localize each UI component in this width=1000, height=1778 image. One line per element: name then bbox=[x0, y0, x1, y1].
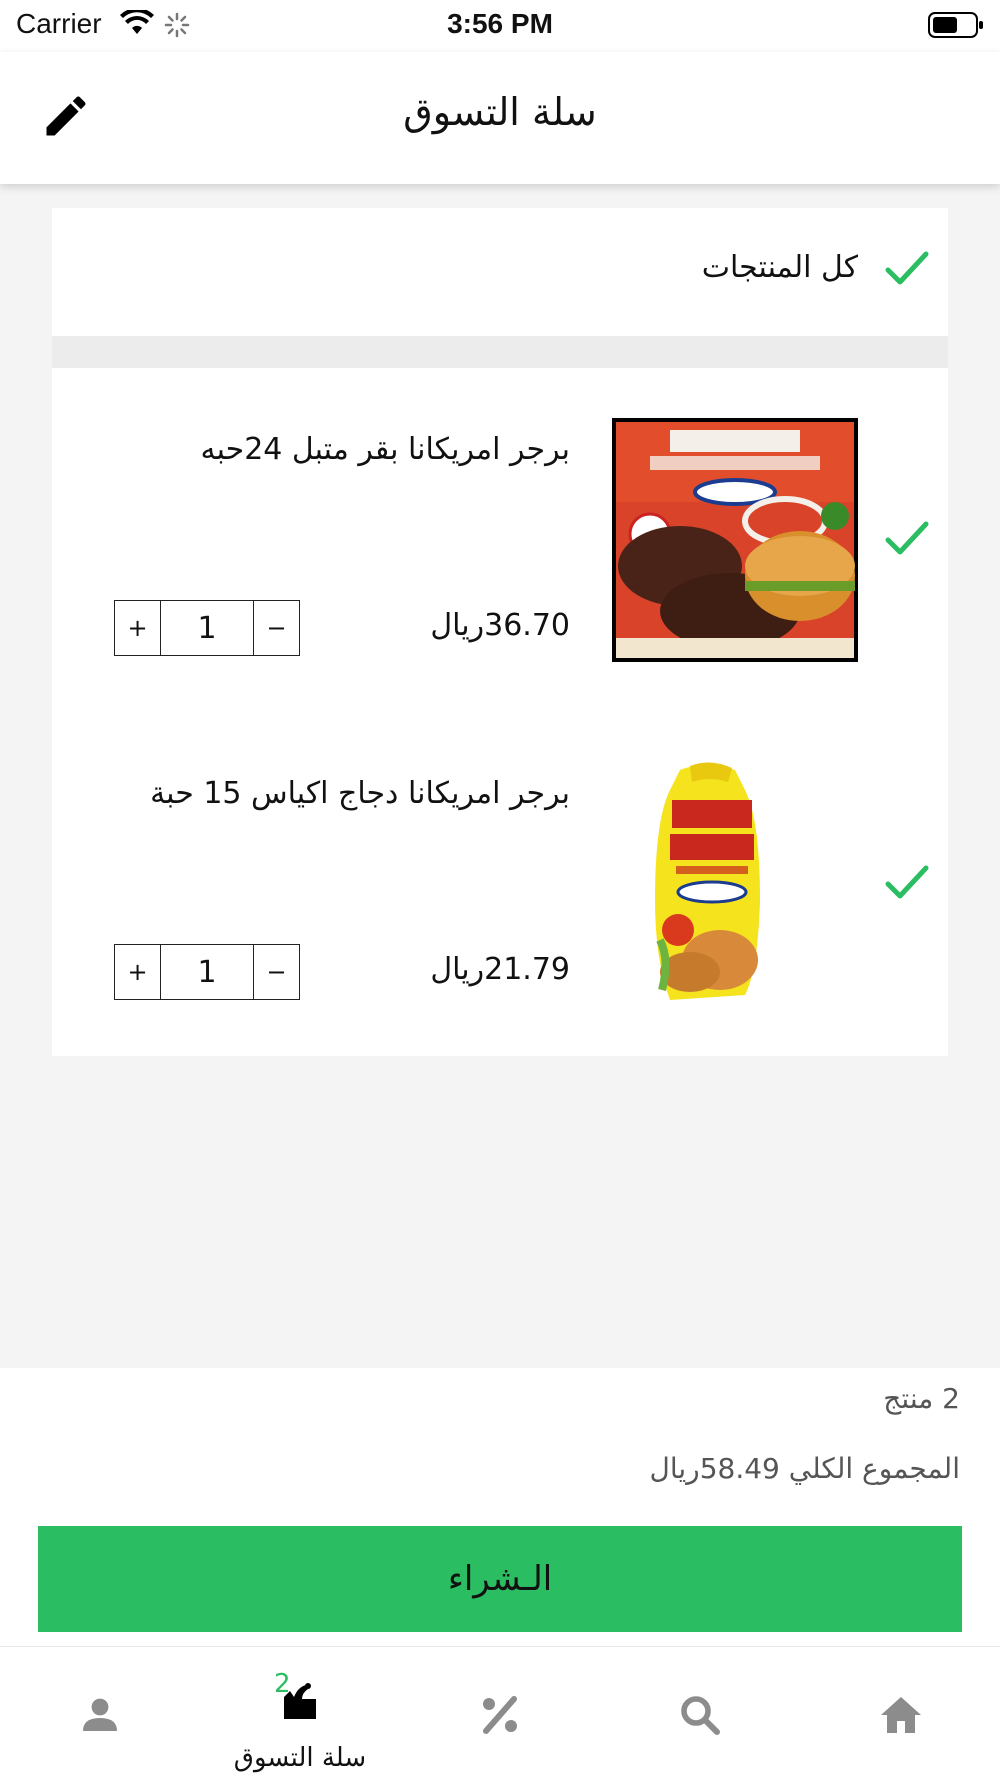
product-name: برجر امريكانا بقر متبل 24حبه bbox=[200, 432, 571, 467]
status-time: 3:56 PM bbox=[447, 8, 553, 39]
product-image[interactable] bbox=[610, 416, 860, 664]
status-bar: Carrier 3:56 PM bbox=[0, 0, 1000, 52]
increment-button[interactable]: + bbox=[115, 601, 161, 655]
quantity-value[interactable]: 1 bbox=[161, 945, 253, 999]
list-item: برجر امريكانا بقر متبل 24حبه 36.70ريال +… bbox=[52, 368, 948, 712]
tab-cart-label: سلة التسوق bbox=[233, 1743, 367, 1773]
home-icon bbox=[881, 1697, 921, 1733]
select-all-row[interactable]: كل المنتجات bbox=[52, 208, 948, 336]
cart-icon bbox=[284, 1683, 316, 1719]
check-icon[interactable] bbox=[884, 862, 930, 906]
tab-home[interactable] bbox=[800, 1647, 1000, 1778]
total-price: المجموع الكلي 58.49ريال bbox=[649, 1452, 961, 1485]
increment-button[interactable]: + bbox=[115, 945, 161, 999]
select-all-label: كل المنتجات bbox=[701, 250, 858, 285]
check-icon[interactable] bbox=[884, 248, 930, 292]
item-count: 2 منتج bbox=[883, 1382, 960, 1415]
quantity-stepper: + 1 − bbox=[114, 600, 300, 656]
cart-screen: Carrier 3:56 PM سلة التسوق كل المنتجات ب… bbox=[0, 0, 1000, 1778]
battery-icon bbox=[928, 12, 984, 42]
product-price: 36.70ريال bbox=[430, 608, 570, 643]
tab-profile[interactable] bbox=[0, 1647, 200, 1778]
product-image[interactable] bbox=[610, 760, 860, 1008]
product-list: برجر امريكانا بقر متبل 24حبه 36.70ريال +… bbox=[52, 368, 948, 1056]
person-icon bbox=[83, 1698, 117, 1731]
buy-button[interactable]: الـشراء bbox=[38, 1526, 962, 1632]
product-name: برجر امريكانا دجاج اكياس 15 حبة bbox=[150, 776, 570, 811]
section-divider bbox=[52, 336, 948, 368]
tab-search[interactable] bbox=[600, 1647, 800, 1778]
percent-icon bbox=[483, 1696, 517, 1734]
list-item: برجر امريكانا دجاج اكياس 15 حبة 21.79ريا… bbox=[52, 712, 948, 1056]
check-icon[interactable] bbox=[884, 518, 930, 562]
navigation-bar: سلة التسوق bbox=[0, 52, 1000, 184]
page-title: سلة التسوق bbox=[403, 90, 597, 134]
quantity-value[interactable]: 1 bbox=[161, 601, 253, 655]
tab-offers[interactable] bbox=[400, 1647, 600, 1778]
product-price: 21.79ريال bbox=[430, 952, 570, 987]
quantity-stepper: + 1 − bbox=[114, 944, 300, 1000]
bottom-tab-bar: 2 سلة التسوق bbox=[0, 1646, 1000, 1778]
decrement-button[interactable]: − bbox=[253, 601, 299, 655]
order-summary: 2 منتج المجموع الكلي 58.49ريال الـشراء bbox=[0, 1368, 1000, 1646]
decrement-button[interactable]: − bbox=[253, 945, 299, 999]
tab-cart[interactable]: 2 سلة التسوق bbox=[200, 1647, 400, 1778]
search-icon bbox=[681, 1696, 720, 1735]
